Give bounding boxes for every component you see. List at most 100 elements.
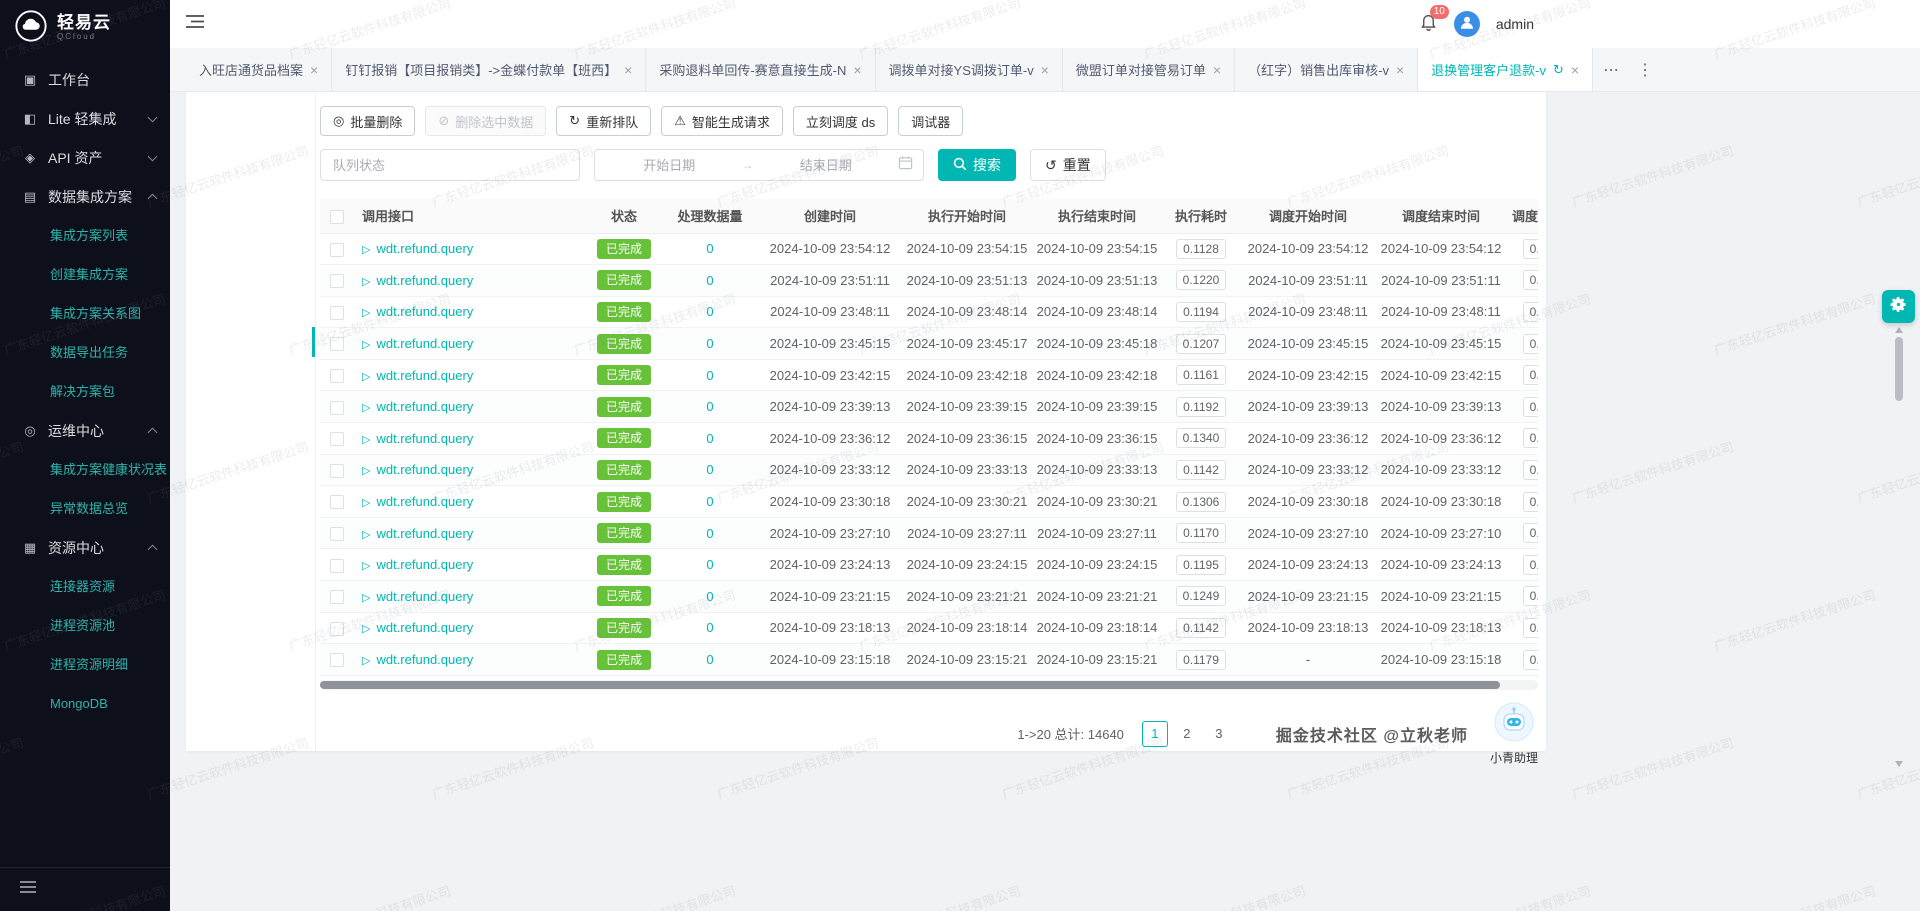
row-checkbox[interactable]: [330, 527, 344, 541]
count-link[interactable]: 0: [706, 431, 713, 446]
sidebar-subitem[interactable]: 进程资源池: [0, 606, 170, 645]
scroll-up-arrow[interactable]: [1895, 327, 1903, 333]
table-row[interactable]: ▷wdt.refund.query 已完成 0 2024-10-09 23:15…: [320, 644, 1538, 676]
interface-link[interactable]: wdt.refund.query: [376, 336, 473, 351]
sidebar-subitem[interactable]: 数据导出任务: [0, 333, 170, 372]
tab-1[interactable]: 钉钉报销【项目报销类】->金蝶付款单【班西】 ↻ ×: [332, 48, 646, 92]
tab-close-icon[interactable]: ×: [1041, 62, 1049, 78]
tab-close-icon[interactable]: ×: [1571, 62, 1579, 78]
table-row[interactable]: ▷wdt.refund.query 已完成 0 2024-10-09 23:24…: [320, 549, 1538, 581]
tab-close-icon[interactable]: ×: [1213, 62, 1221, 78]
count-link[interactable]: 0: [706, 652, 713, 667]
sidebar-subitem[interactable]: 解决方案包: [0, 372, 170, 411]
sidebar-collapse-button[interactable]: [0, 867, 170, 911]
row-checkbox[interactable]: [330, 369, 344, 383]
table-row[interactable]: ▷wdt.refund.query 已完成 0 2024-10-09 23:18…: [320, 612, 1538, 644]
horizontal-scrollbar-thumb[interactable]: [320, 681, 1500, 689]
row-checkbox[interactable]: [330, 274, 344, 288]
row-checkbox[interactable]: [330, 337, 344, 351]
table-row[interactable]: ▷wdt.refund.query 已完成 0 2024-10-09 23:42…: [320, 359, 1538, 391]
table-row[interactable]: ▷wdt.refund.query 已完成 0 2024-10-09 23:33…: [320, 454, 1538, 486]
sidebar-subitem[interactable]: 异常数据总览: [0, 489, 170, 528]
tab-close-icon[interactable]: ×: [624, 62, 632, 78]
interface-link[interactable]: wdt.refund.query: [376, 462, 473, 477]
vertical-scrollbar-thumb[interactable]: [1895, 337, 1903, 401]
interface-link[interactable]: wdt.refund.query: [376, 241, 473, 256]
sidebar-item-1[interactable]: ◧ Lite 轻集成: [0, 99, 170, 138]
table-row[interactable]: ▷wdt.refund.query 已完成 0 2024-10-09 23:30…: [320, 486, 1538, 518]
tab-close-icon[interactable]: ×: [853, 62, 861, 78]
tab-3[interactable]: 调拨单对接YS调拨订单-v ↻ ×: [876, 48, 1063, 92]
inner-menu-item-3[interactable]: [186, 232, 315, 276]
count-link[interactable]: 0: [706, 557, 713, 572]
page-button-1[interactable]: 1: [1142, 721, 1168, 747]
count-link[interactable]: 0: [706, 462, 713, 477]
user-avatar[interactable]: [1454, 11, 1480, 37]
row-checkbox[interactable]: [330, 243, 344, 257]
inner-menu-item-10[interactable]: [186, 540, 315, 584]
row-checkbox[interactable]: [330, 622, 344, 636]
sidebar-subitem[interactable]: 进程资源明细: [0, 645, 170, 684]
row-checkbox[interactable]: [330, 495, 344, 509]
queue-status-input[interactable]: [320, 149, 580, 181]
date-start-input[interactable]: [605, 158, 734, 173]
sidebar-item-2[interactable]: ◈ API 资产: [0, 138, 170, 177]
interface-link[interactable]: wdt.refund.query: [376, 652, 473, 667]
row-checkbox[interactable]: [330, 559, 344, 573]
table-row[interactable]: ▷wdt.refund.query 已完成 0 2024-10-09 23:48…: [320, 296, 1538, 328]
tab-2[interactable]: 采购退料单回传-赛意直接生成-N ↻ ×: [646, 48, 875, 92]
row-checkbox[interactable]: [330, 306, 344, 320]
assistant-avatar[interactable]: [1494, 702, 1534, 747]
tabs-menu-icon[interactable]: ⋮: [1637, 60, 1653, 80]
interface-link[interactable]: wdt.refund.query: [376, 273, 473, 288]
sidebar-subitem[interactable]: 创建集成方案: [0, 255, 170, 294]
sidebar-item-3[interactable]: ▤ 数据集成方案: [0, 177, 170, 216]
inner-menu-item-5[interactable]: [186, 320, 315, 364]
interface-link[interactable]: wdt.refund.query: [376, 431, 473, 446]
inner-menu-item-8[interactable]: [186, 452, 315, 496]
search-button[interactable]: 搜索: [938, 149, 1016, 181]
date-range-picker[interactable]: →: [594, 149, 924, 181]
inner-menu-item-2[interactable]: [186, 188, 315, 232]
table-row[interactable]: ▷wdt.refund.query 已完成 0 2024-10-09 23:21…: [320, 581, 1538, 613]
table-row[interactable]: ▷wdt.refund.query 已完成 0 2024-10-09 23:45…: [320, 328, 1538, 360]
sidebar-item-5[interactable]: ▦ 资源中心: [0, 528, 170, 567]
count-link[interactable]: 0: [706, 494, 713, 509]
table-row[interactable]: ▷wdt.refund.query 已完成 0 2024-10-09 23:51…: [320, 265, 1538, 297]
select-all-checkbox[interactable]: [330, 210, 344, 224]
date-end-input[interactable]: [762, 158, 891, 173]
toolbar-button-2[interactable]: ↻ 重新排队: [556, 106, 651, 136]
interface-link[interactable]: wdt.refund.query: [376, 494, 473, 509]
count-link[interactable]: 0: [706, 620, 713, 635]
scroll-down-arrow[interactable]: [1895, 761, 1903, 767]
tab-4[interactable]: 微盟订单对接管易订单 ↻ ×: [1063, 48, 1235, 92]
toolbar-button-3[interactable]: ⚠ 智能生成请求: [661, 106, 783, 136]
toolbar-button-5[interactable]: 调试器: [898, 106, 963, 136]
assistant-widget[interactable]: 小青助理: [1490, 702, 1538, 766]
table-row[interactable]: ▷wdt.refund.query 已完成 0 2024-10-09 23:27…: [320, 517, 1538, 549]
sidebar-subitem[interactable]: MongoDB: [0, 684, 170, 723]
sidebar-subitem[interactable]: 集成方案关系图: [0, 294, 170, 333]
row-checkbox[interactable]: [330, 464, 344, 478]
username[interactable]: admin: [1496, 16, 1534, 32]
reset-button[interactable]: ↺ 重置: [1030, 149, 1106, 181]
sidebar-fold-button[interactable]: [186, 14, 204, 34]
interface-link[interactable]: wdt.refund.query: [376, 526, 473, 541]
inner-menu-item-11[interactable]: [186, 584, 315, 628]
inner-menu-item-1[interactable]: [186, 144, 315, 188]
count-link[interactable]: 0: [706, 368, 713, 383]
inner-menu-item-7[interactable]: [186, 408, 315, 452]
inner-menu-item-4[interactable]: [186, 276, 315, 320]
row-checkbox[interactable]: [330, 432, 344, 446]
tab-close-icon[interactable]: ×: [310, 62, 318, 78]
row-checkbox[interactable]: [330, 401, 344, 415]
brand[interactable]: 轻易云 QCloud: [0, 0, 170, 56]
sidebar-subitem[interactable]: 连接器资源: [0, 567, 170, 606]
sidebar-item-0[interactable]: ▣ 工作台: [0, 60, 170, 99]
count-link[interactable]: 0: [706, 589, 713, 604]
tab-close-icon[interactable]: ×: [1396, 62, 1404, 78]
tab-0[interactable]: 入旺店通货品档案 ↻ ×: [186, 48, 332, 92]
sidebar-subitem[interactable]: 集成方案健康状况表: [0, 450, 170, 489]
interface-link[interactable]: wdt.refund.query: [376, 304, 473, 319]
table-row[interactable]: ▷wdt.refund.query 已完成 0 2024-10-09 23:54…: [320, 233, 1538, 265]
